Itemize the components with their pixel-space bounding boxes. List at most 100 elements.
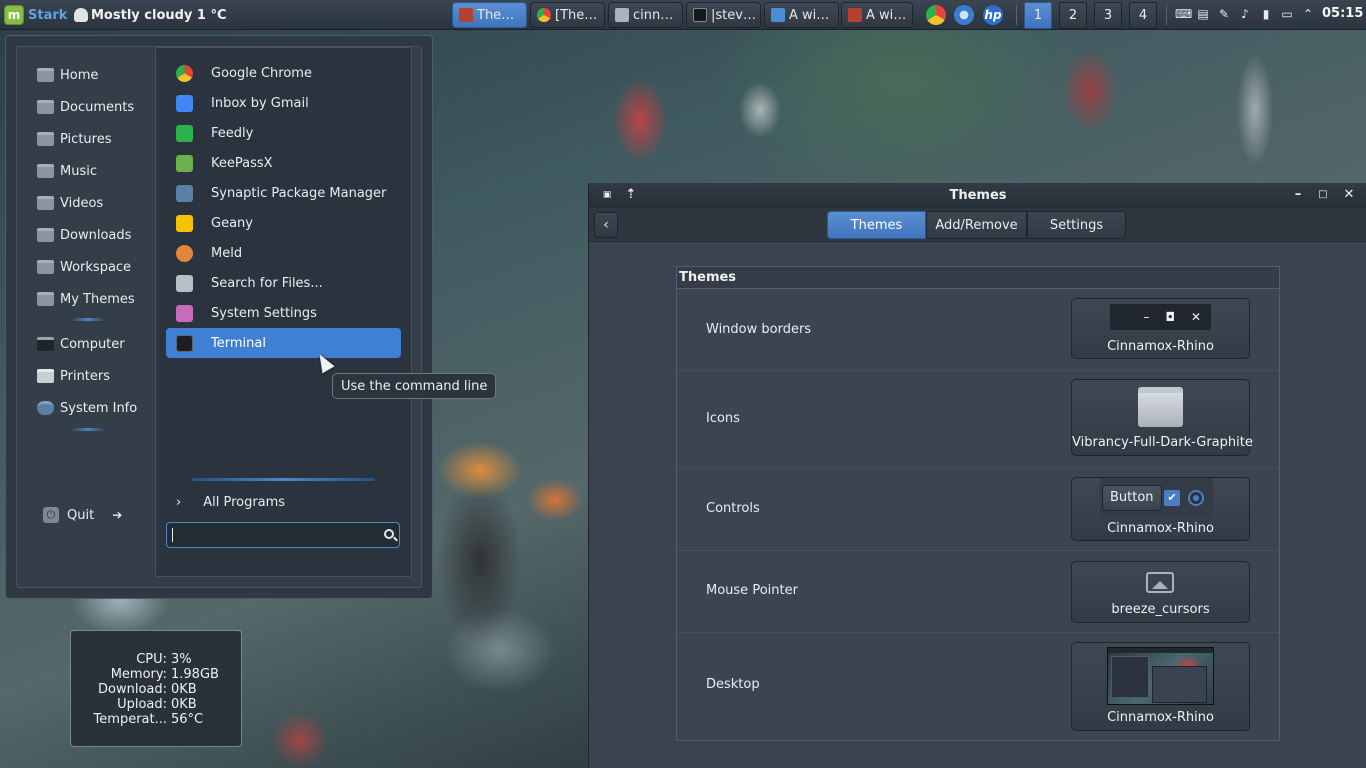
preview-window [1152, 666, 1207, 703]
task-themes[interactable]: The… [452, 2, 527, 28]
all-programs-button[interactable]: › All Programs [176, 490, 285, 514]
chevron-right-icon: › [176, 494, 182, 510]
place-workspace[interactable]: Workspace [37, 254, 131, 280]
chevron-left-icon: ‹ [603, 217, 609, 233]
arrow-right-icon: ➔ [112, 508, 123, 522]
app-label: Geany [211, 215, 253, 231]
geany-icon [176, 214, 193, 232]
task-window-5[interactable]: A wi… [841, 2, 913, 28]
battery-icon[interactable]: ▮ [1259, 7, 1273, 21]
tab-settings[interactable]: Settings [1027, 211, 1126, 239]
app-google-chrome[interactable]: Google Chrome [166, 58, 401, 88]
pictures-folder-icon [37, 132, 54, 146]
app-terminal[interactable]: Terminal [166, 328, 401, 358]
workspace-4[interactable]: 4 [1129, 2, 1157, 29]
mouse-pointer-chooser[interactable]: breeze_cursors [1071, 561, 1250, 623]
hp-icon[interactable]: hp [983, 5, 1003, 25]
place-documents[interactable]: Documents [37, 94, 134, 120]
place-videos[interactable]: Videos [37, 190, 103, 216]
videos-folder-icon [37, 196, 54, 210]
place-label: Printers [60, 368, 111, 384]
place-home[interactable]: Home [37, 62, 98, 88]
system-printers[interactable]: Printers [37, 363, 110, 389]
window-titlebar[interactable]: ▣ ⇡ Themes – □ ✕ [589, 183, 1366, 208]
task-window-4[interactable]: A wi… [764, 2, 839, 28]
places-list: Home Documents Pictures Music Videos Dow… [17, 47, 155, 587]
folder-icon [37, 292, 54, 306]
color-picker-icon[interactable]: ✎ [1217, 7, 1231, 21]
back-button[interactable]: ‹ [594, 212, 618, 238]
app-synaptic[interactable]: Synaptic Package Manager [166, 178, 401, 208]
display-icon[interactable]: ▭ [1280, 7, 1294, 21]
notes-icon[interactable]: ▤ [1196, 7, 1210, 21]
app-search-for-files[interactable]: Search for Files... [166, 268, 401, 298]
pin-icon[interactable]: ⇡ [624, 188, 638, 202]
system-computer[interactable]: Computer [37, 331, 125, 357]
controls-chooser[interactable]: Button ✔ Cinnamox-Rhino [1071, 477, 1250, 541]
close-icon: ✕ [1190, 310, 1201, 324]
app-system-settings[interactable]: System Settings [166, 298, 401, 328]
minimize-icon[interactable]: – [1291, 188, 1305, 202]
chrome-icon[interactable] [926, 5, 946, 25]
folder-icon [615, 8, 629, 22]
window-menu-icon[interactable]: ▣ [600, 188, 614, 202]
home-folder-icon [37, 68, 54, 82]
window-borders-value: Cinnamox-Rhino [1107, 339, 1214, 354]
app-icon [848, 8, 862, 22]
icons-chooser[interactable]: Vibrancy-Full-Dark-Graphite [1071, 379, 1253, 456]
linux-mint-icon: m [4, 5, 24, 25]
place-label: Home [60, 67, 99, 83]
place-downloads[interactable]: Downloads [37, 222, 131, 248]
app-feedly[interactable]: Feedly [166, 118, 401, 148]
maximize-icon[interactable]: □ [1316, 188, 1330, 202]
apps-separator [192, 478, 375, 481]
task-file-manager[interactable]: cinn… [608, 2, 683, 28]
system-info[interactable]: System Info [37, 395, 137, 421]
quit-button[interactable]: ⏻ Quit ➔ [43, 507, 122, 523]
app-label: System Settings [211, 305, 317, 321]
place-label: Pictures [60, 131, 112, 147]
menu-search-input[interactable] [166, 522, 400, 548]
place-pictures[interactable]: Pictures [37, 126, 111, 152]
row-label: Window borders [706, 322, 812, 337]
sysmon-row-cpu: CPU: 3% [71, 652, 243, 667]
controls-value: Cinnamox-Rhino [1107, 521, 1214, 536]
app-meld[interactable]: Meld [166, 238, 401, 268]
place-music[interactable]: Music [37, 158, 97, 184]
chevron-up-icon[interactable]: ⌃ [1301, 7, 1315, 21]
tab-add-remove[interactable]: Add/Remove [926, 211, 1027, 239]
network-globe-icon[interactable] [954, 5, 974, 25]
workspace-2[interactable]: 2 [1059, 2, 1087, 29]
close-icon[interactable]: ✕ [1342, 188, 1356, 202]
volume-icon[interactable]: ♪ [1238, 7, 1252, 21]
preview-menu [1111, 656, 1149, 698]
folder-icon [37, 260, 54, 274]
themes-list: Themes Window borders – ◘ ✕ Cinnamox-Rhi… [676, 266, 1280, 741]
sysmon-value: 1.98GB [171, 667, 219, 682]
app-keepassx[interactable]: KeePassX [166, 148, 401, 178]
task-chrome[interactable]: [The… [530, 2, 605, 28]
tab-themes[interactable]: Themes [827, 211, 926, 239]
task-label: |stev… [711, 7, 756, 23]
place-label: Documents [60, 99, 135, 115]
place-my-themes[interactable]: My Themes [37, 286, 135, 312]
menu-button[interactable]: m Stark [4, 4, 67, 26]
cloud-icon [74, 8, 88, 22]
task-terminal[interactable]: |stev… [686, 2, 761, 28]
music-folder-icon [37, 164, 54, 178]
mouse-pointer-value: breeze_cursors [1111, 602, 1210, 617]
place-label: My Themes [60, 291, 135, 307]
app-inbox-by-gmail[interactable]: Inbox by Gmail [166, 88, 401, 118]
terminal-tooltip: Use the command line [332, 373, 497, 399]
weather-applet[interactable]: Mostly cloudy 1 °C [74, 5, 227, 25]
row-label: Controls [706, 501, 760, 516]
workspace-1[interactable]: 1 [1024, 2, 1052, 29]
menu-button-label: Stark [28, 7, 68, 23]
window-borders-chooser[interactable]: – ◘ ✕ Cinnamox-Rhino [1071, 298, 1250, 359]
app-geany[interactable]: Geany [166, 208, 401, 238]
workspace-3[interactable]: 3 [1094, 2, 1122, 29]
clock[interactable]: 05:15 [1322, 6, 1363, 21]
desktop-chooser[interactable]: Cinnamox-Rhino [1071, 642, 1250, 731]
keyboard-icon[interactable]: ⌨ [1175, 7, 1192, 21]
sysmon-row-temperature: Temperat... 56°C [71, 712, 243, 727]
